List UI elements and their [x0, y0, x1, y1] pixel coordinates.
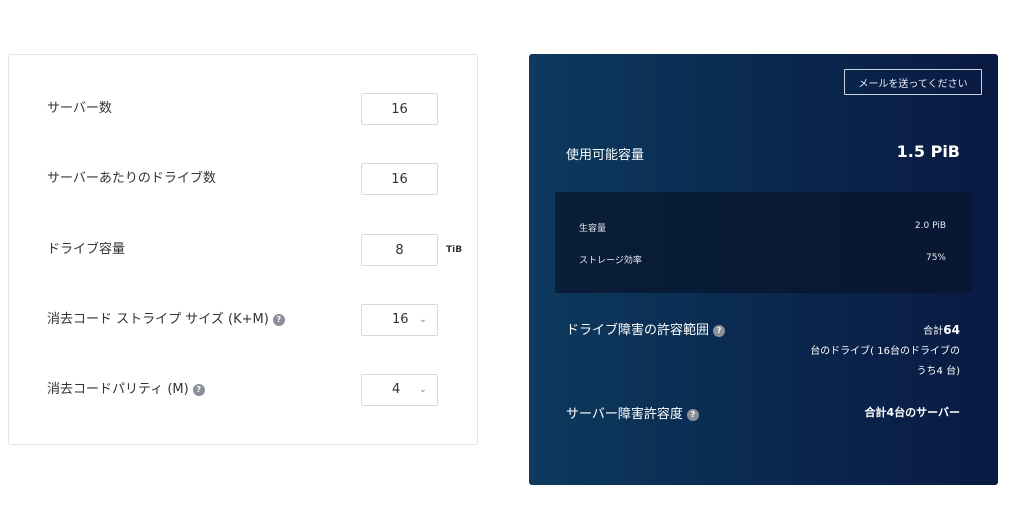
drives-per-server-row: サーバーあたりのドライブ数	[9, 163, 477, 195]
parity-select[interactable]: 4 ⌄	[361, 374, 438, 406]
server-failure-prefix: 合計	[864, 406, 887, 419]
parity-label: 消去コードパリティ (M)	[47, 382, 189, 397]
drive-failure-prefix: 合計	[923, 326, 944, 337]
drive-failure-value: 合計64 台のドライブ( 16台のドライブの うち4 台)	[790, 320, 960, 382]
stripe-size-label-wrap: 消去コード ストライプ サイズ (K+M)?	[47, 304, 285, 336]
stripe-size-select[interactable]: 16 ⌄	[361, 304, 438, 336]
server-failure-count: 4台のサーバー	[886, 406, 960, 419]
usable-capacity-label: 使用可能容量	[566, 148, 645, 163]
question-circle-icon[interactable]: ?	[192, 383, 205, 396]
raw-capacity-value: 2.0 PiB	[914, 221, 946, 231]
stripe-size-row: 消去コード ストライプ サイズ (K+M)? 16 ⌄	[9, 304, 477, 336]
drive-failure-line1: 合計64	[790, 320, 960, 342]
servers-row: サーバー数	[9, 93, 477, 125]
servers-input[interactable]	[361, 93, 438, 125]
capacity-detail-box: 生容量 2.0 PiB ストレージ効率 75%	[555, 192, 972, 293]
chevron-down-icon: ⌄	[418, 384, 427, 395]
drive-failure-label: ドライブ障害の許容範囲	[566, 323, 710, 338]
server-failure-label-wrap: サーバー障害許容度?	[566, 403, 699, 422]
usable-capacity-value: 1.5 PiB	[896, 142, 960, 161]
drive-failure-label-wrap: ドライブ障害の許容範囲?	[566, 319, 726, 338]
drive-capacity-input[interactable]	[361, 234, 438, 266]
drives-per-server-label: サーバーあたりのドライブ数	[47, 171, 216, 186]
results-panel: メールを送ってください 使用可能容量 1.5 PiB 生容量 2.0 PiB ス…	[529, 54, 998, 485]
parity-label-wrap: 消去コードパリティ (M)?	[47, 374, 205, 406]
storage-efficiency-label: ストレージ効率	[579, 256, 642, 266]
email-button[interactable]: メールを送ってください	[844, 69, 982, 95]
question-circle-icon[interactable]: ?	[272, 313, 285, 326]
server-failure-value: 合計4台のサーバー	[864, 404, 960, 420]
calculator-form: サーバー数 サーバーあたりのドライブ数 ドライブ容量 TiB 消去コード ストラ…	[8, 54, 478, 445]
stripe-size-value: 16	[392, 312, 409, 327]
raw-capacity-label: 生容量	[579, 224, 607, 234]
drive-failure-line2: 台のドライブ( 16台のドライブの	[810, 346, 960, 357]
drives-per-server-input[interactable]	[361, 163, 438, 195]
parity-row: 消去コードパリティ (M)? 4 ⌄	[9, 374, 477, 406]
stripe-size-label: 消去コード ストライプ サイズ (K+M)	[47, 312, 269, 327]
drive-capacity-label: ドライブ容量	[47, 242, 126, 257]
parity-value: 4	[392, 382, 401, 397]
drive-capacity-row: ドライブ容量 TiB	[9, 234, 477, 266]
question-circle-icon[interactable]: ?	[713, 324, 726, 337]
server-failure-label: サーバー障害許容度	[566, 407, 683, 422]
drive-capacity-unit: TiB	[446, 245, 463, 255]
question-circle-icon[interactable]: ?	[686, 408, 699, 421]
drive-failure-line3: うち4 台)	[916, 366, 960, 377]
chevron-down-icon: ⌄	[418, 314, 427, 325]
drive-failure-count: 64	[943, 323, 960, 337]
storage-efficiency-value: 75%	[925, 253, 946, 263]
servers-label: サーバー数	[47, 101, 112, 116]
